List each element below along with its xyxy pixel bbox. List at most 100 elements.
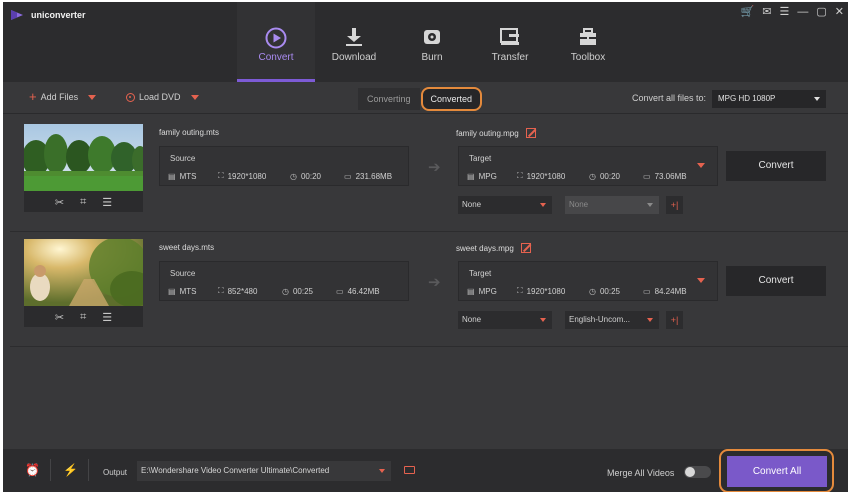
open-folder-icon[interactable] [404, 466, 415, 474]
resolution-icon: ⛶ [218, 286, 224, 295]
divider [88, 459, 89, 481]
adjust-icon[interactable]: ☰ [102, 311, 112, 324]
add-subtitle-icon[interactable]: +| [666, 196, 683, 214]
subtitle-select[interactable]: None [458, 311, 552, 329]
target-info-panel[interactable]: Target ▤ MPG ⛶ 1920*1080 ◷ 00:20 ▭ 73.06MB [458, 146, 718, 186]
film-icon: ▤ [467, 171, 475, 181]
crop-icon[interactable]: ⌗ [80, 196, 86, 209]
folder-icon: ▭ [344, 171, 352, 181]
target-duration: 00:20 [599, 171, 621, 181]
convert-all-to-label: Convert all files to: [632, 93, 707, 103]
output-path: E:\Wondershare Video Converter Ultimate\… [141, 466, 330, 475]
plus-icon: + [29, 89, 37, 104]
target-filename: sweet days.mpg [456, 243, 514, 253]
toggle-knob [685, 467, 695, 477]
nav-toolbox[interactable]: Toolbox [549, 2, 627, 82]
download-icon [315, 27, 393, 51]
chevron-down-icon[interactable] [697, 163, 705, 168]
video-thumbnail[interactable]: ✂ ⌗ ☰ [24, 124, 143, 212]
nav-toolbox-label: Toolbox [570, 52, 606, 63]
convert-button[interactable]: Convert [726, 151, 826, 181]
target-resolution: 1920*1080 [526, 171, 566, 181]
target-resolution: 1920*1080 [526, 286, 566, 296]
alarm-clock-icon[interactable]: ⏰ [25, 463, 40, 477]
target-name-row: sweet days.mpg [456, 243, 531, 253]
target-info-panel[interactable]: Target ▤ MPG ⛶ 1920*1080 ◷ 00:25 ▭ 84.24MB [458, 261, 718, 301]
play-circle-icon [237, 27, 315, 51]
output-format-value: MPG HD 1080P [718, 94, 776, 103]
audio-select[interactable]: None [565, 196, 659, 214]
chevron-down-icon[interactable] [190, 94, 199, 100]
transfer-icon [471, 27, 549, 51]
file-row: ✂ ⌗ ☰ family outing.mts Source ▤ MTS ⛶ 192… [10, 124, 848, 232]
folder-icon: ▭ [643, 286, 651, 296]
chevron-down-icon [647, 318, 653, 322]
target-filename: family outing.mpg [456, 128, 519, 138]
dvd-icon [126, 92, 135, 102]
scissors-icon[interactable]: ✂ [55, 311, 64, 324]
output-format-select[interactable]: MPG HD 1080P [712, 90, 826, 108]
subtitle-select[interactable]: None [458, 196, 552, 214]
resolution-icon: ⛶ [218, 171, 224, 180]
logo-icon [11, 10, 23, 20]
lightning-icon[interactable]: ⚡ [63, 463, 78, 477]
nav-transfer[interactable]: Transfer [471, 2, 549, 82]
add-subtitle-icon[interactable]: +| [666, 311, 683, 329]
adjust-icon[interactable]: ☰ [102, 196, 112, 209]
crop-icon[interactable]: ⌗ [80, 311, 86, 324]
clock-icon: ◷ [589, 286, 596, 296]
minimize-icon[interactable]: — [797, 6, 808, 18]
edit-icon[interactable] [520, 243, 531, 253]
target-format: MPG [478, 171, 497, 181]
edit-icon[interactable] [525, 128, 536, 138]
source-resolution: 852*480 [227, 286, 258, 296]
subtitle-value: None [462, 315, 482, 324]
maximize-icon[interactable]: ▢ [816, 6, 826, 18]
merge-toggle[interactable] [684, 466, 711, 478]
output-path-select[interactable]: E:\Wondershare Video Converter Ultimate\… [137, 461, 391, 481]
nav-burn[interactable]: Burn [393, 2, 471, 82]
convert-button[interactable]: Convert [726, 266, 826, 296]
thumbnail-tools: ✂ ⌗ ☰ [24, 194, 143, 210]
cart-icon[interactable]: 🛒 [741, 6, 755, 18]
film-icon: ▤ [467, 286, 475, 296]
clock-icon: ◷ [589, 171, 596, 181]
resolution-icon: ⛶ [517, 171, 523, 180]
nav-burn-label: Burn [421, 52, 443, 63]
thumbnail-image [24, 124, 143, 191]
target-duration: 00:25 [599, 286, 621, 296]
menu-icon[interactable]: ☰ [780, 6, 790, 18]
tab-converted[interactable]: Converted [420, 87, 483, 111]
audio-value: None [569, 200, 589, 209]
nav-convert-label: Convert [258, 52, 294, 63]
clock-icon: ◷ [290, 171, 297, 181]
chevron-down-icon[interactable] [88, 94, 97, 100]
source-meta: ▤ MTS ⛶ 852*480 ◷ 00:25 ▭ 46.42MB [168, 286, 380, 296]
add-files-button[interactable]: + Add Files [29, 89, 97, 104]
nav-convert[interactable]: Convert [237, 2, 315, 82]
source-duration: 00:25 [292, 286, 314, 296]
mail-icon[interactable]: ✉ [762, 6, 771, 18]
source-meta: ▤ MTS ⛶ 1920*1080 ◷ 00:20 ▭ 231.68MB [168, 171, 392, 181]
load-dvd-button[interactable]: Load DVD [126, 92, 199, 102]
thumbnail-tools: ✂ ⌗ ☰ [24, 309, 143, 325]
chevron-down-icon[interactable] [697, 278, 705, 283]
target-meta: ▤ MPG ⛶ 1920*1080 ◷ 00:25 ▭ 84.24MB [467, 286, 687, 296]
scissors-icon[interactable]: ✂ [55, 196, 64, 209]
audio-select[interactable]: English-Uncom... [565, 311, 659, 329]
nav-download[interactable]: Download [315, 2, 393, 82]
source-format: MTS [179, 171, 197, 181]
source-label: Source [170, 269, 196, 278]
source-info-panel: Source ▤ MTS ⛶ 1920*1080 ◷ 00:20 ▭ 231.68MB [159, 146, 409, 186]
merge-all-label: Merge All Videos [607, 468, 675, 478]
window-controls: 🛒 ✉ ☰ — ▢ ✕ [741, 6, 844, 18]
video-thumbnail[interactable]: ✂ ⌗ ☰ [24, 239, 143, 327]
output-label: Output [103, 468, 128, 477]
convert-all-button[interactable]: Convert All [727, 456, 827, 487]
chevron-down-icon [540, 318, 546, 322]
chevron-down-icon [647, 203, 653, 207]
close-icon[interactable]: ✕ [835, 6, 844, 18]
subtitle-value: None [462, 200, 482, 209]
tab-converting[interactable]: Converting [358, 88, 420, 110]
source-size: 231.68MB [355, 171, 393, 181]
